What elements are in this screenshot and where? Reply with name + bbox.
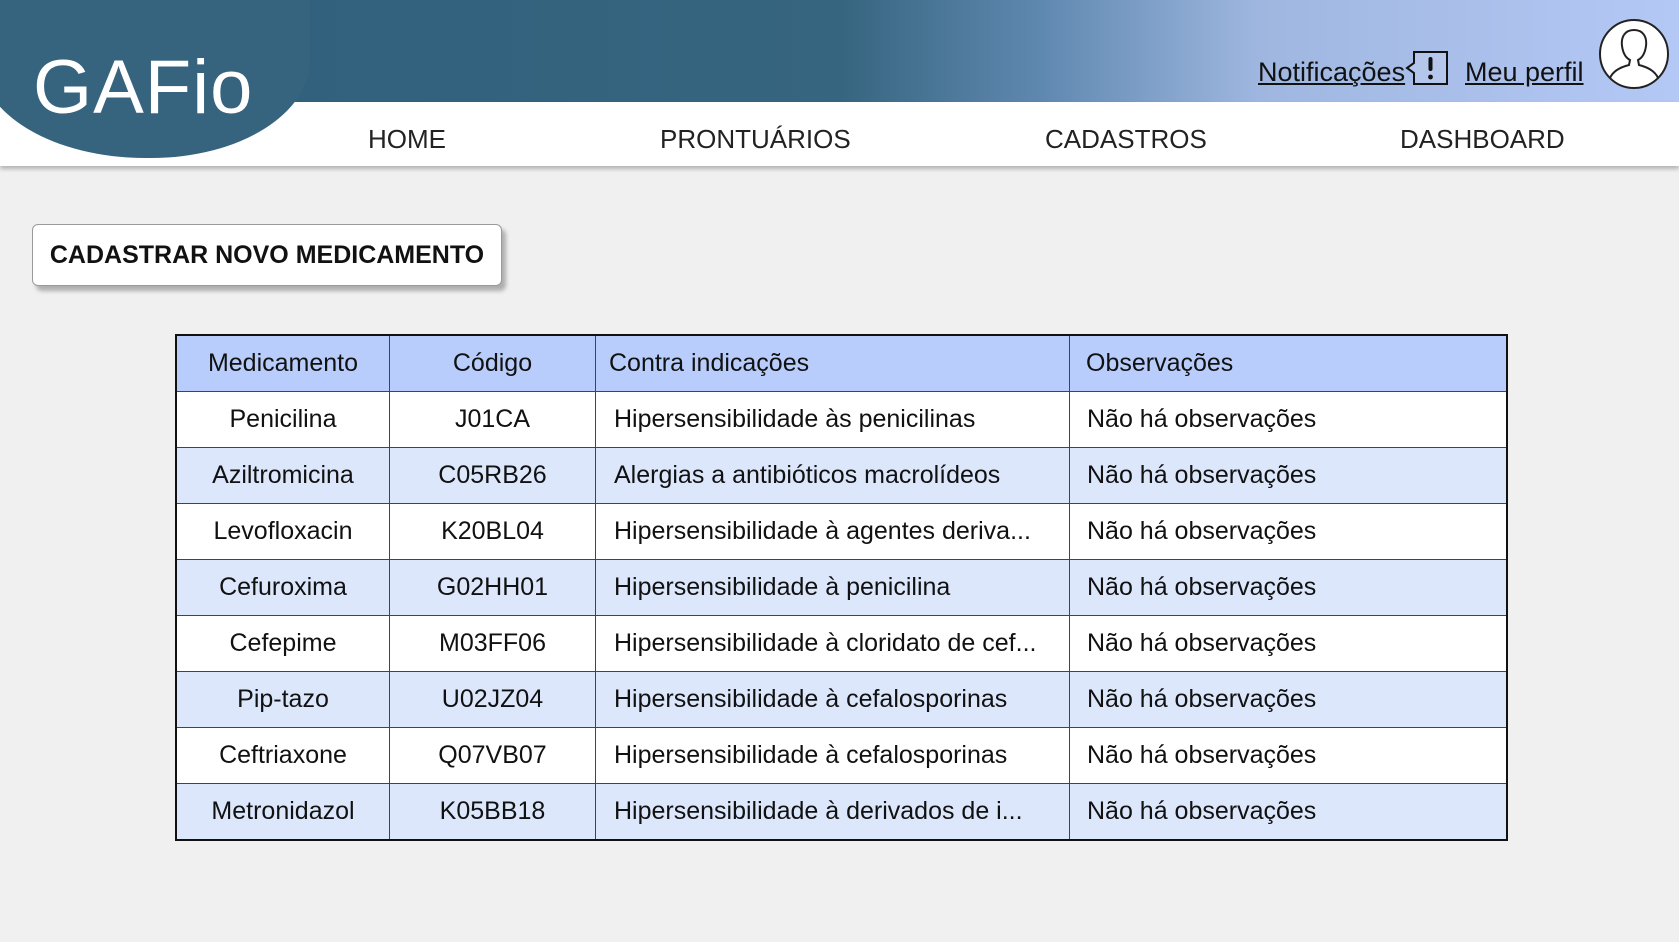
new-medication-button[interactable]: CADASTRAR NOVO MEDICAMENTO xyxy=(32,224,502,286)
table-row[interactable]: Penicilina J01CA Hipersensibilidade às p… xyxy=(175,391,1508,448)
cell-code: U02JZ04 xyxy=(389,671,596,728)
cell-medication: Metronidazol xyxy=(175,783,390,841)
cell-code: K05BB18 xyxy=(389,783,596,841)
cell-code: Q07VB07 xyxy=(389,727,596,784)
profile-link[interactable]: Meu perfil xyxy=(1465,56,1584,88)
cell-medication: Cefuroxima xyxy=(175,559,390,616)
cell-contraindications: Hipersensibilidade à agentes deriva... xyxy=(595,503,1070,560)
cell-code: J01CA xyxy=(389,391,596,448)
table-row[interactable]: Metronidazol K05BB18 Hipersensibilidade … xyxy=(175,783,1508,841)
app-logo[interactable]: GAFio xyxy=(33,50,253,126)
cell-contraindications: Hipersensibilidade à cefalosporinas xyxy=(595,671,1070,728)
cell-medication: Penicilina xyxy=(175,391,390,448)
cell-notes: Não há observações xyxy=(1069,783,1508,841)
cell-notes: Não há observações xyxy=(1069,671,1508,728)
nav-records[interactable]: PRONTUÁRIOS xyxy=(660,124,851,154)
table-row[interactable]: Ceftriaxone Q07VB07 Hipersensibilidade à… xyxy=(175,727,1508,784)
cell-code: M03FF06 xyxy=(389,615,596,672)
column-header-medication[interactable]: Medicamento xyxy=(175,334,390,392)
column-header-notes[interactable]: Observações xyxy=(1069,334,1508,392)
notifications-link[interactable]: Notificações xyxy=(1258,56,1405,88)
nav-dashboard[interactable]: DASHBOARD xyxy=(1400,124,1565,154)
nav-registrations[interactable]: CADASTROS xyxy=(1045,124,1207,154)
cell-contraindications: Hipersensibilidade à derivados de i... xyxy=(595,783,1070,841)
cell-notes: Não há observações xyxy=(1069,391,1508,448)
cell-notes: Não há observações xyxy=(1069,615,1508,672)
cell-medication: Ceftriaxone xyxy=(175,727,390,784)
table-row[interactable]: Aziltromicina C05RB26 Alergias a antibió… xyxy=(175,447,1508,504)
table-row[interactable]: Cefuroxima G02HH01 Hipersensibilidade à … xyxy=(175,559,1508,616)
cell-contraindications: Hipersensibilidade às penicilinas xyxy=(595,391,1070,448)
cell-medication: Aziltromicina xyxy=(175,447,390,504)
cell-medication: Levofloxacin xyxy=(175,503,390,560)
table-row[interactable]: Pip-tazo U02JZ04 Hipersensibilidade à ce… xyxy=(175,671,1508,728)
cell-contraindications: Hipersensibilidade à cefalosporinas xyxy=(595,727,1070,784)
column-header-contraindications[interactable]: Contra indicações xyxy=(595,334,1070,392)
cell-notes: Não há observações xyxy=(1069,447,1508,504)
cell-code: C05RB26 xyxy=(389,447,596,504)
table-row[interactable]: Levofloxacin K20BL04 Hipersensibilidade … xyxy=(175,503,1508,560)
nav-home[interactable]: HOME xyxy=(368,124,446,154)
cell-contraindications: Hipersensibilidade à penicilina xyxy=(595,559,1070,616)
table-header-row: Medicamento Código Contra indicações Obs… xyxy=(175,334,1508,392)
table-row[interactable]: Cefepime M03FF06 Hipersensibilidade à cl… xyxy=(175,615,1508,672)
cell-code: K20BL04 xyxy=(389,503,596,560)
cell-contraindications: Hipersensibilidade à cloridato de cef... xyxy=(595,615,1070,672)
notification-alert-icon[interactable] xyxy=(1405,49,1449,87)
cell-code: G02HH01 xyxy=(389,559,596,616)
cell-notes: Não há observações xyxy=(1069,559,1508,616)
cell-notes: Não há observações xyxy=(1069,727,1508,784)
cell-contraindications: Alergias a antibióticos macrolídeos xyxy=(595,447,1070,504)
column-header-code[interactable]: Código xyxy=(389,334,596,392)
cell-medication: Cefepime xyxy=(175,615,390,672)
cell-medication: Pip-tazo xyxy=(175,671,390,728)
medications-table: Medicamento Código Contra indicações Obs… xyxy=(175,334,1508,841)
cell-notes: Não há observações xyxy=(1069,503,1508,560)
user-avatar-icon[interactable] xyxy=(1598,18,1670,90)
